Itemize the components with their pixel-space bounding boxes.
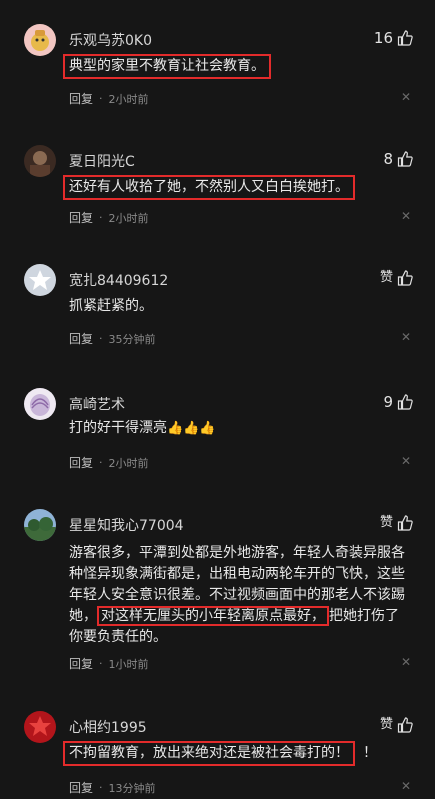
comment-item: 心相约1995 赞 不拘留教育，放出来绝对还是被社会毒打的！ ！ 回复 · 13分… <box>0 711 435 799</box>
close-icon[interactable]: ✕ <box>401 655 411 669</box>
username[interactable]: 高崎艺术 <box>69 394 125 414</box>
like-count: 16 <box>373 29 393 47</box>
dot-separator: · <box>99 781 103 794</box>
avatar[interactable] <box>24 145 56 177</box>
reply-button[interactable]: 回复 <box>69 209 93 226</box>
like-count: 9 <box>383 393 393 411</box>
dot-separator: · <box>99 657 103 670</box>
close-icon[interactable]: ✕ <box>401 330 411 344</box>
comment-item: 宽扎84409612 赞 抓紧赶紧的。 回复 · 35分钟前 ✕ <box>0 264 435 352</box>
reply-button[interactable]: 回复 <box>69 655 93 672</box>
username[interactable]: 星星知我心77004 <box>69 515 184 535</box>
dot-separator: · <box>99 211 103 224</box>
comment-text: 还好有人收拾了她，不然别人又白白挨她打。 <box>63 175 409 200</box>
comment-text: 抓紧赶紧的。 <box>69 298 153 314</box>
username[interactable]: 宽扎84409612 <box>69 270 168 290</box>
comment-item: 星星知我心77004 赞 游客很多，平潭到处都是外地游客，年轻人奇装异服各种怪异… <box>0 509 435 672</box>
thumbs-up-icon <box>397 30 413 46</box>
like-count: 8 <box>383 150 393 168</box>
comment-text: 典型的家里不教育让社会教育。 <box>63 54 409 79</box>
comment-text: 不拘留教育，放出来绝对还是被社会毒打的！ ！ <box>63 741 409 766</box>
comment-meta: 回复 · 13分钟前 <box>69 779 156 796</box>
comment-meta: 回复 · 1小时前 <box>69 655 149 672</box>
close-icon[interactable]: ✕ <box>401 90 411 104</box>
comment-meta: 回复 · 2小时前 <box>69 454 149 471</box>
comment-text-body: 打的好干得漂亮 <box>69 420 167 436</box>
comment-meta: 回复 · 35分钟前 <box>69 330 156 347</box>
thumbs-up-icon <box>397 151 413 167</box>
like-button[interactable]: 赞 <box>380 268 413 288</box>
thumbs-up-icon <box>397 270 413 286</box>
avatar[interactable] <box>24 264 56 296</box>
thumbs-up-emoji: 👍👍👍 <box>167 421 216 436</box>
timestamp: 35分钟前 <box>108 332 156 346</box>
avatar[interactable] <box>24 388 56 420</box>
username[interactable]: 心相约1995 <box>69 717 147 737</box>
highlight-box: 还好有人收拾了她，不然别人又白白挨她打。 <box>63 175 355 200</box>
close-icon[interactable]: ✕ <box>401 779 411 793</box>
like-button[interactable]: 9 <box>383 392 413 412</box>
timestamp: 2小时前 <box>108 92 149 106</box>
reply-button[interactable]: 回复 <box>69 90 93 107</box>
avatar[interactable] <box>24 509 56 541</box>
dot-separator: · <box>99 92 103 105</box>
reply-button[interactable]: 回复 <box>69 330 93 347</box>
like-button[interactable]: 8 <box>383 149 413 169</box>
reply-button[interactable]: 回复 <box>69 779 93 796</box>
like-button[interactable]: 赞 <box>380 513 413 533</box>
avatar[interactable] <box>24 24 56 56</box>
highlight-box: 不拘留教育，放出来绝对还是被社会毒打的！ <box>63 741 355 766</box>
thumbs-up-icon <box>397 515 413 531</box>
close-icon[interactable]: ✕ <box>401 209 411 223</box>
dot-separator: · <box>99 332 103 345</box>
like-count: 赞 <box>379 270 393 285</box>
username[interactable]: 乐观乌苏0K0 <box>69 30 152 50</box>
thumbs-up-icon <box>397 394 413 410</box>
timestamp: 2小时前 <box>108 456 149 470</box>
like-button[interactable]: 赞 <box>380 715 413 735</box>
comment-text: 游客很多，平潭到处都是外地游客，年轻人奇装异服各种怪异现象满街都是，出租电动两轮… <box>69 543 409 648</box>
reply-button[interactable]: 回复 <box>69 454 93 471</box>
timestamp: 13分钟前 <box>108 781 156 795</box>
comment-text: 打的好干得漂亮👍👍👍 <box>69 418 409 439</box>
comment-meta: 回复 · 2小时前 <box>69 209 149 226</box>
comment-meta: 回复 · 2小时前 <box>69 90 149 107</box>
comment-item: 夏日阳光C 8 还好有人收拾了她，不然别人又白白挨她打。 回复 · 2小时前 ✕ <box>0 145 435 233</box>
close-icon[interactable]: ✕ <box>401 454 411 468</box>
avatar[interactable] <box>24 711 56 743</box>
timestamp: 2小时前 <box>108 211 149 225</box>
like-count: 赞 <box>379 717 393 732</box>
thumbs-up-icon <box>397 717 413 733</box>
like-count: 赞 <box>379 515 393 530</box>
timestamp: 1小时前 <box>108 657 149 671</box>
dot-separator: · <box>99 456 103 469</box>
highlight-box: 典型的家里不教育让社会教育。 <box>63 54 271 79</box>
comment-item: 高崎艺术 9 打的好干得漂亮👍👍👍 回复 · 2小时前 ✕ <box>0 388 435 476</box>
highlight-box: 对这样无厘头的小年轻离原点最好， <box>97 606 329 626</box>
like-button[interactable]: 16 <box>374 28 413 48</box>
username[interactable]: 夏日阳光C <box>69 151 135 171</box>
comment-text-tail: ！ <box>363 745 377 761</box>
comment-item: 乐观乌苏0K0 16 典型的家里不教育让社会教育。 回复 · 2小时前 ✕ <box>0 24 435 112</box>
